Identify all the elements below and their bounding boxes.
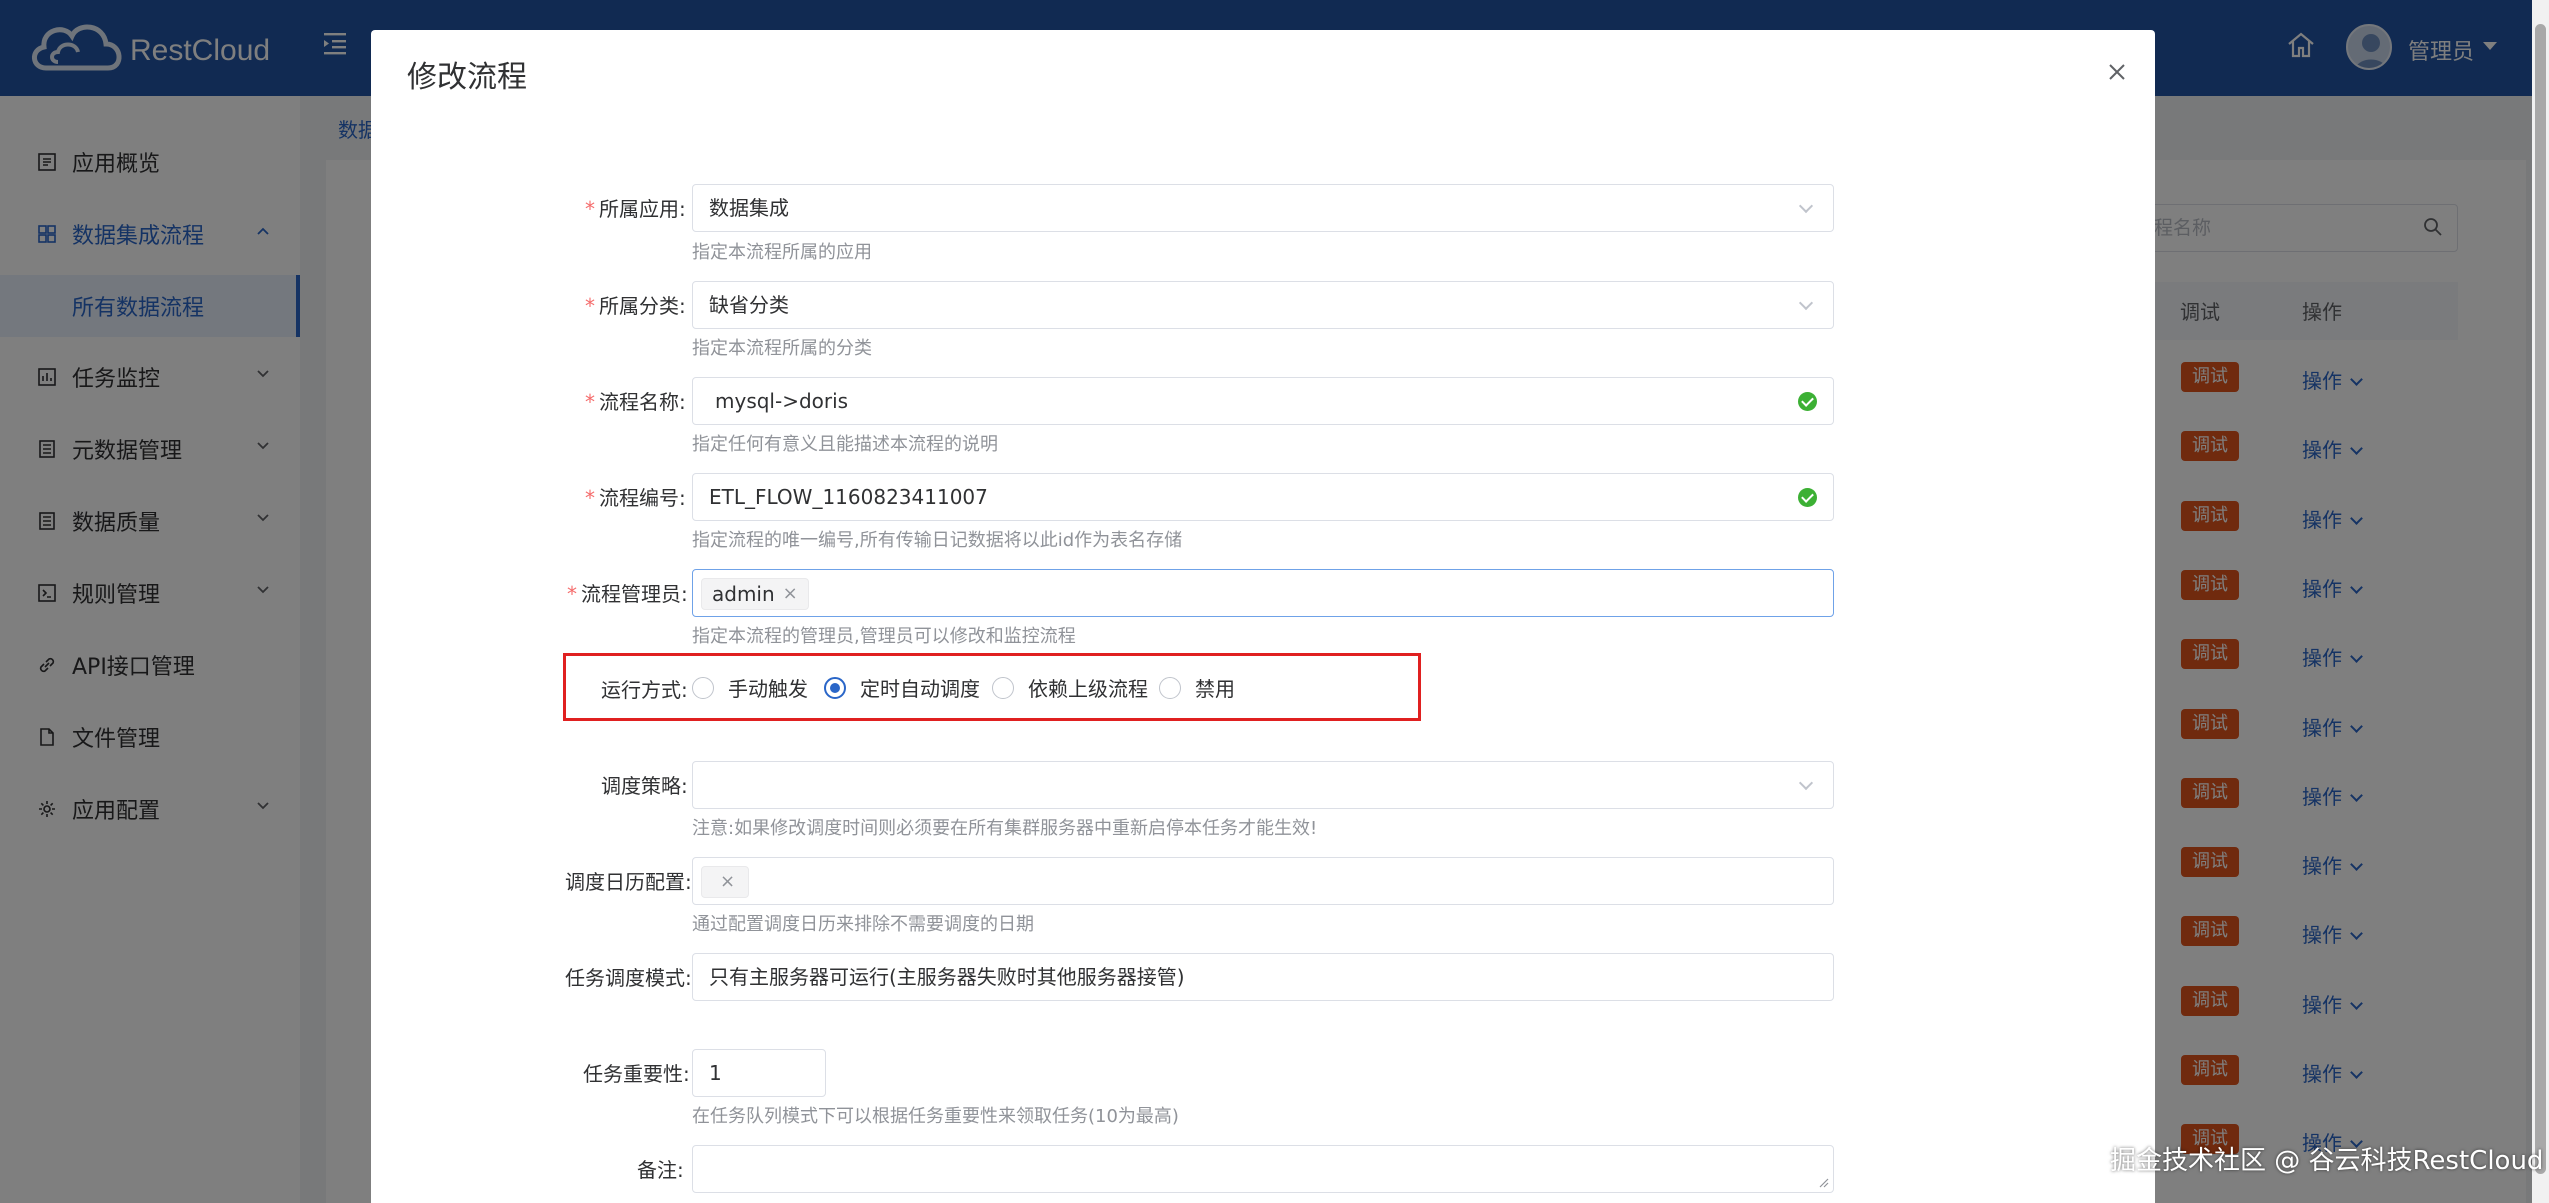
admin-tag: admin × [701, 578, 809, 610]
check-circle-icon [1798, 392, 1817, 411]
category-select-value: 缺省分类 [709, 293, 789, 317]
app-select-value: 数据集成 [709, 196, 789, 220]
chevron-down-icon [1798, 775, 1814, 791]
field-help-code: 指定流程的唯一编号,所有传输日记数据将以此id作为表名存储 [692, 530, 1183, 551]
field-label-name: * 流程名称: [585, 390, 686, 414]
flow-name-value: mysql->doris [715, 389, 849, 413]
field-help-importance: 在任务队列模式下可以根据任务重要性来领取任务(10为最高) [692, 1106, 1179, 1127]
remark-textarea[interactable] [692, 1145, 1834, 1193]
dispatch-mode-value: 只有主服务器可运行(主服务器失败时其他服务器接管) [709, 965, 1185, 989]
radio-dot-icon [824, 676, 846, 699]
field-help-admin: 指定本流程的管理员,管理员可以修改和监控流程 [692, 626, 1076, 647]
radio-label: 手动触发 [728, 677, 808, 701]
calendar-empty-tag: × [701, 866, 749, 898]
field-label-code: * 流程编号: [585, 486, 686, 510]
field-label-admin: * 流程管理员: [567, 582, 688, 606]
watermark-text: 掘金技术社区 @ 谷云科技RestCloud [2110, 1146, 2544, 1176]
radio-dot-icon [992, 676, 1014, 699]
close-icon[interactable] [2105, 60, 2129, 84]
field-help-category: 指定本流程所属的分类 [692, 338, 872, 359]
flow-code-input[interactable]: ETL_FLOW_1160823411007 [692, 473, 1834, 521]
field-label-strategy: 调度策略: [601, 774, 688, 798]
radio-dot-icon [1159, 676, 1181, 699]
field-help-app: 指定本流程所属的应用 [692, 242, 872, 263]
radio-scheduled[interactable]: 定时自动调度 [824, 673, 980, 702]
resize-grip-icon[interactable] [1817, 1176, 1829, 1188]
field-help-strategy: 注意:如果修改调度时间则必须要在所有集群服务器中重新启停本任务才能生效! [692, 818, 1318, 839]
radio-label: 依赖上级流程 [1028, 677, 1148, 701]
flow-name-input[interactable]: mysql->doris [692, 377, 1834, 425]
dialog-title: 修改流程 [407, 60, 527, 95]
radio-label: 禁用 [1195, 677, 1235, 701]
field-help-name: 指定任何有意义且能描述本流程的说明 [692, 434, 998, 455]
radio-manual[interactable]: 手动触发 [692, 673, 808, 702]
field-help-calendar: 通过配置调度日历来排除不需要调度的日期 [692, 914, 1034, 935]
field-label-text: 流程管理员: [581, 582, 688, 606]
app-select[interactable]: 数据集成 [692, 184, 1834, 232]
admin-tag-label: admin [712, 582, 775, 606]
radio-disabled[interactable]: 禁用 [1159, 673, 1235, 702]
field-label-remark: 备注: [637, 1158, 684, 1182]
dispatch-mode-input[interactable]: 只有主服务器可运行(主服务器失败时其他服务器接管) [692, 953, 1834, 1001]
field-label-calendar: 调度日历配置: [565, 870, 692, 894]
radio-dot-icon [692, 676, 714, 699]
chevron-down-icon [1798, 295, 1814, 311]
tag-close-icon[interactable]: × [783, 579, 798, 609]
field-label-text: 所属分类: [599, 294, 686, 318]
radio-dependent[interactable]: 依赖上级流程 [992, 673, 1148, 702]
radio-label: 定时自动调度 [860, 677, 980, 701]
field-label-importance: 任务重要性: [583, 1062, 690, 1086]
field-label-category: * 所属分类: [585, 294, 686, 318]
tag-close-icon[interactable]: × [720, 867, 735, 897]
edit-flow-dialog: 修改流程 * 所属应用: 数据集成 指定本流程所属的应用 * 所属分类: 缺省分类 … [371, 30, 2155, 1203]
scrollbar-thumb[interactable] [2535, 24, 2546, 1174]
calendar-select[interactable]: × [692, 857, 1834, 905]
field-label-dispatch-mode: 任务调度模式: [565, 966, 692, 990]
strategy-select[interactable] [692, 761, 1834, 809]
field-label-run-mode: 运行方式: [601, 678, 688, 702]
field-label-text: 所属应用: [599, 197, 686, 221]
category-select[interactable]: 缺省分类 [692, 281, 1834, 329]
check-circle-icon [1798, 488, 1817, 507]
importance-value: 1 [709, 1061, 722, 1085]
flow-admin-select[interactable]: admin × [692, 569, 1834, 617]
field-label-app: * 所属应用: [585, 197, 686, 221]
field-label-text: 流程名称: [599, 390, 686, 414]
importance-input[interactable]: 1 [692, 1049, 826, 1097]
chevron-down-icon [1798, 198, 1814, 214]
field-label-text: 流程编号: [599, 486, 686, 510]
flow-code-value: ETL_FLOW_1160823411007 [709, 485, 988, 509]
